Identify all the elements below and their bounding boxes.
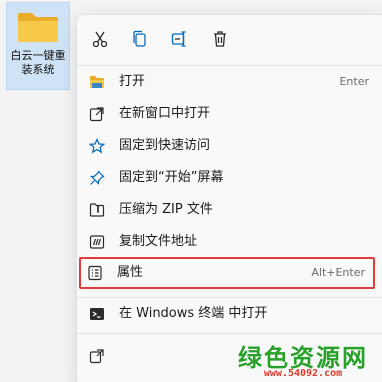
pin-icon	[89, 170, 105, 186]
menu-item-open-terminal[interactable]: 在 Windows 终端 中打开	[81, 299, 379, 329]
folder-icon	[18, 13, 58, 42]
trash-icon	[214, 31, 226, 47]
menu-item-label: 在 Windows 终端 中打开	[119, 306, 268, 321]
menu-item-pin-quick-access[interactable]: 固定到快速访问	[81, 131, 379, 161]
menu-item-label: 固定到快速访问	[119, 138, 211, 153]
menu-separator	[77, 65, 382, 66]
watermark-url: www.54092.com	[263, 368, 343, 379]
rename-button[interactable]	[167, 26, 193, 52]
menu-item-label: 复制文件地址	[119, 234, 198, 249]
menu-item-open[interactable]: 打开 Enter	[81, 67, 379, 97]
copy-button[interactable]	[127, 26, 153, 52]
menu-item-label: 属性	[117, 265, 144, 280]
menu-item-copy-path[interactable]: 复制文件地址	[81, 227, 379, 257]
menu-item-compress-zip[interactable]: 压缩为 ZIP 文件	[81, 195, 379, 225]
context-menu: 打开 Enter 在新窗口中打开 固定到快速访问 固定到“开始”屏幕 压缩为 Z…	[76, 14, 382, 382]
delete-button[interactable]	[207, 26, 233, 52]
folder-icon	[89, 74, 105, 90]
star-icon	[89, 138, 105, 154]
menu-item-open-new-window[interactable]: 在新窗口中打开	[81, 99, 379, 129]
properties-icon	[87, 265, 103, 281]
desktop-folder-label: 白云一键重装系统	[10, 49, 66, 76]
cut-button[interactable]	[87, 26, 113, 52]
zip-icon	[89, 202, 105, 218]
watermark: 绿色资源网 www.54092.com	[228, 338, 378, 382]
menu-separator	[77, 333, 382, 334]
menu-item-properties[interactable]: 属性 Alt+Enter	[79, 257, 375, 289]
copy-icon	[133, 30, 146, 47]
menu-item-pin-start[interactable]: 固定到“开始”屏幕	[81, 163, 379, 193]
terminal-icon	[89, 306, 105, 322]
menu-item-label: 压缩为 ZIP 文件	[119, 202, 213, 217]
menu-separator	[77, 297, 382, 298]
menu-item-label: 打开	[119, 74, 146, 89]
quick-actions-bar	[77, 15, 382, 65]
copy-path-icon	[89, 234, 105, 250]
rename-icon	[171, 31, 186, 47]
menu-item-label: 固定到“开始”屏幕	[119, 170, 224, 185]
desktop-folder[interactable]: 白云一键重装系统	[6, 2, 70, 90]
more-options-icon	[89, 348, 105, 364]
menu-item-shortcut: Enter	[339, 75, 369, 88]
menu-item-shortcut: Alt+Enter	[311, 266, 365, 279]
open-new-window-icon	[89, 106, 105, 122]
menu-item-label: 在新窗口中打开	[119, 106, 211, 121]
scissors-icon	[92, 31, 108, 48]
